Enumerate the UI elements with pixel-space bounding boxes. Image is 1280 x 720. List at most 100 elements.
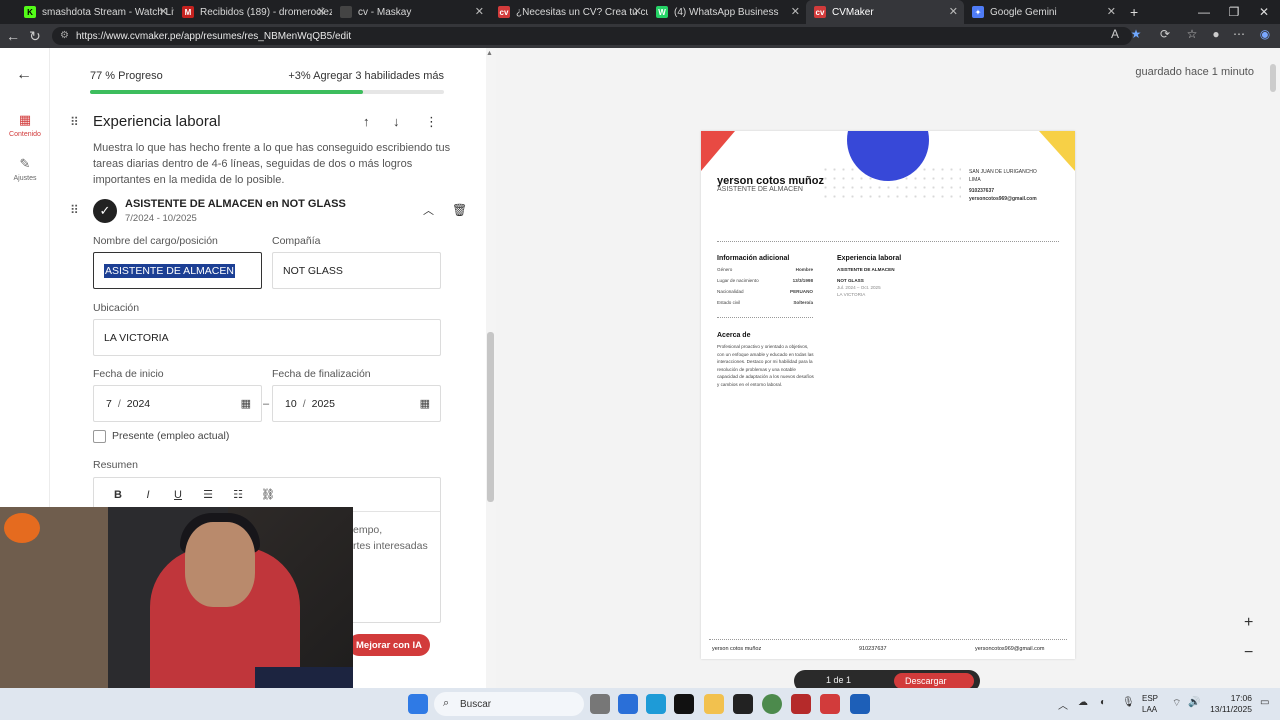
location-input[interactable]: LA VICTORIA (93, 319, 441, 356)
copilot-app-icon[interactable] (618, 694, 638, 714)
start-date-input[interactable]: 7 / 2024 ▦ (93, 385, 262, 422)
cv-info-row: Género Hombre (717, 267, 813, 272)
close-icon[interactable]: ✕ (475, 5, 484, 18)
italic-icon[interactable]: I (140, 489, 156, 501)
url-field[interactable]: ⚙ https://www.cvmaker.pe/app/resumes/res… (52, 27, 1132, 45)
chrome-icon[interactable] (762, 694, 782, 714)
underline-icon[interactable]: U (170, 489, 186, 501)
editor-scroll-thumb[interactable] (487, 332, 494, 502)
edge-icon[interactable] (646, 694, 666, 714)
download-label: Descargar (905, 676, 947, 686)
browser-tab[interactable]: M Recibidos (189) - dromerocieza2 ✕ (174, 0, 332, 24)
menu-dots-icon[interactable]: ⋯ (1230, 27, 1248, 41)
gmail-icon: M (182, 6, 194, 18)
copilot-icon[interactable]: ◉ (1256, 27, 1274, 41)
wifi-icon[interactable]: ⌔ (1172, 697, 1181, 710)
company-input[interactable]: NOT GLASS (272, 252, 441, 289)
end-date-input[interactable]: 10 / 2025 ▦ (272, 385, 441, 422)
task-view-icon[interactable] (590, 694, 610, 714)
more-options-icon[interactable]: ⋮ (425, 114, 438, 130)
zoom-out-icon[interactable]: − (1244, 644, 1253, 662)
close-icon[interactable]: ✕ (791, 5, 800, 18)
collections-icon[interactable]: ☆ (1183, 27, 1201, 41)
back-arrow-icon[interactable]: ← (16, 66, 32, 84)
tiktok-icon[interactable] (674, 694, 694, 714)
improve-with-ai-button[interactable]: Mejorar con IA (348, 634, 430, 656)
scroll-up-icon[interactable]: ▲ (486, 50, 493, 57)
clock-time: 17:06 (1230, 693, 1252, 703)
close-icon[interactable]: ✕ (1107, 5, 1116, 18)
read-aloud-icon[interactable]: A (1106, 27, 1124, 41)
rail-item-label: Contenido (9, 131, 41, 138)
profile-avatar-icon[interactable]: ● (1207, 27, 1225, 41)
taskbar-clock[interactable]: 17:06 13/11/2025 (1204, 693, 1252, 715)
favorite-star-icon[interactable]: ★ (1127, 27, 1145, 41)
site-info-icon[interactable]: ⚙ (60, 30, 69, 41)
browser-tab-active[interactable]: cv CVMaker ✕ (806, 0, 964, 24)
present-checkbox[interactable] (93, 430, 106, 443)
close-icon[interactable]: ✕ (159, 5, 168, 18)
cv-phone: 910237637 (969, 188, 995, 194)
bold-icon[interactable]: B (110, 489, 126, 501)
tab-label: smashdota Stream - Watch Live o (42, 6, 174, 18)
cloud-icon[interactable]: ☁ (1078, 697, 1088, 708)
move-up-icon[interactable]: ↑ (363, 114, 370, 129)
microphone-icon[interactable]: 🎙 (1122, 697, 1135, 708)
app-icon[interactable] (791, 694, 811, 714)
tab-spacer (0, 0, 16, 24)
cv-info-row: Lugar de nacimiento 13/3/1998 (717, 278, 813, 283)
wps-icon[interactable] (820, 694, 840, 714)
browser-tab[interactable]: ✦ Google Gemini ✕ (964, 0, 1122, 24)
chevron-up-icon[interactable]: ︿ (423, 202, 434, 218)
tray-app-icon[interactable]: ◐ (1100, 697, 1106, 708)
file-explorer-icon[interactable] (704, 694, 724, 714)
outlook-icon[interactable] (850, 694, 870, 714)
browser-tab[interactable]: W (4) WhatsApp Business ✕ (648, 0, 806, 24)
link-icon[interactable]: ⛓ (260, 488, 276, 501)
zoom-in-icon[interactable]: + (1244, 614, 1253, 632)
close-icon[interactable]: ✕ (317, 5, 326, 18)
clock-date: 13/11/2025 (1210, 704, 1252, 714)
browser-tab[interactable]: cv ¿Necesitas un CV? Crea tu currío ✕ (490, 0, 648, 24)
windows-start-icon[interactable] (408, 694, 428, 714)
preview-scroll-thumb[interactable] (1270, 64, 1276, 92)
taskbar-search[interactable]: ⌕ Buscar (434, 692, 584, 716)
trash-icon[interactable]: 🗑 (452, 203, 467, 217)
new-tab-button[interactable]: + (1122, 0, 1146, 24)
search-label: Buscar (460, 698, 492, 710)
drag-handle-icon[interactable]: ⠿ (70, 115, 79, 129)
volume-icon[interactable]: 🔊 (1188, 697, 1200, 708)
cv-page[interactable]: yerson cotos muñoz ASISTENTE DE ALMACEN … (701, 131, 1075, 659)
maximize-icon[interactable]: ❐ (1218, 0, 1250, 24)
summary-text[interactable]: empo, rtes interesadas (353, 522, 443, 554)
capcut-icon[interactable] (733, 694, 753, 714)
calendar-icon[interactable]: ▦ (241, 397, 251, 410)
rail-item-contenido[interactable]: ▦ Contenido (0, 112, 50, 138)
browser-tab[interactable]: cv - Maskay ✕ (332, 0, 490, 24)
minimize-icon[interactable]: — (1188, 0, 1220, 24)
browser-tab[interactable]: K smashdota Stream - Watch Live o ✕ (16, 0, 174, 24)
ordered-list-icon[interactable]: ☰ (200, 488, 216, 501)
bullet-list-icon[interactable]: ☷ (230, 488, 246, 501)
close-window-icon[interactable]: ✕ (1248, 0, 1280, 24)
cv-divider (717, 317, 813, 318)
rail-item-ajustes[interactable]: ✎ Ajustes (0, 156, 50, 182)
move-down-icon[interactable]: ↓ (393, 114, 400, 129)
job-title-input[interactable]: ASISTENTE DE ALMACEN (93, 252, 262, 289)
language-indicator[interactable]: ESP LAA (1142, 693, 1158, 715)
reload-icon[interactable]: ↻ (24, 25, 46, 47)
start-month: 7 (106, 397, 112, 410)
cv-info-row: Estado civil Soltero/a (717, 300, 813, 305)
present-label[interactable]: Presente (empleo actual) (112, 430, 229, 442)
progress-tip[interactable]: +3% Agregar 3 habilidades más (288, 70, 444, 82)
tray-chevron-icon[interactable]: ︿ (1058, 697, 1068, 712)
close-icon[interactable]: ✕ (633, 5, 642, 18)
calendar-icon[interactable]: ▦ (420, 397, 430, 410)
download-button[interactable]: Descargar (894, 673, 974, 689)
entry-title[interactable]: ASISTENTE DE ALMACEN en NOT GLASS (125, 198, 346, 210)
back-arrow-icon[interactable]: ← (2, 25, 24, 47)
extensions-icon[interactable]: ⟳ (1156, 27, 1174, 41)
close-icon[interactable]: ✕ (949, 5, 958, 18)
drag-handle-icon[interactable]: ⠿ (70, 203, 79, 217)
notification-icon[interactable]: ▭ (1260, 697, 1269, 708)
